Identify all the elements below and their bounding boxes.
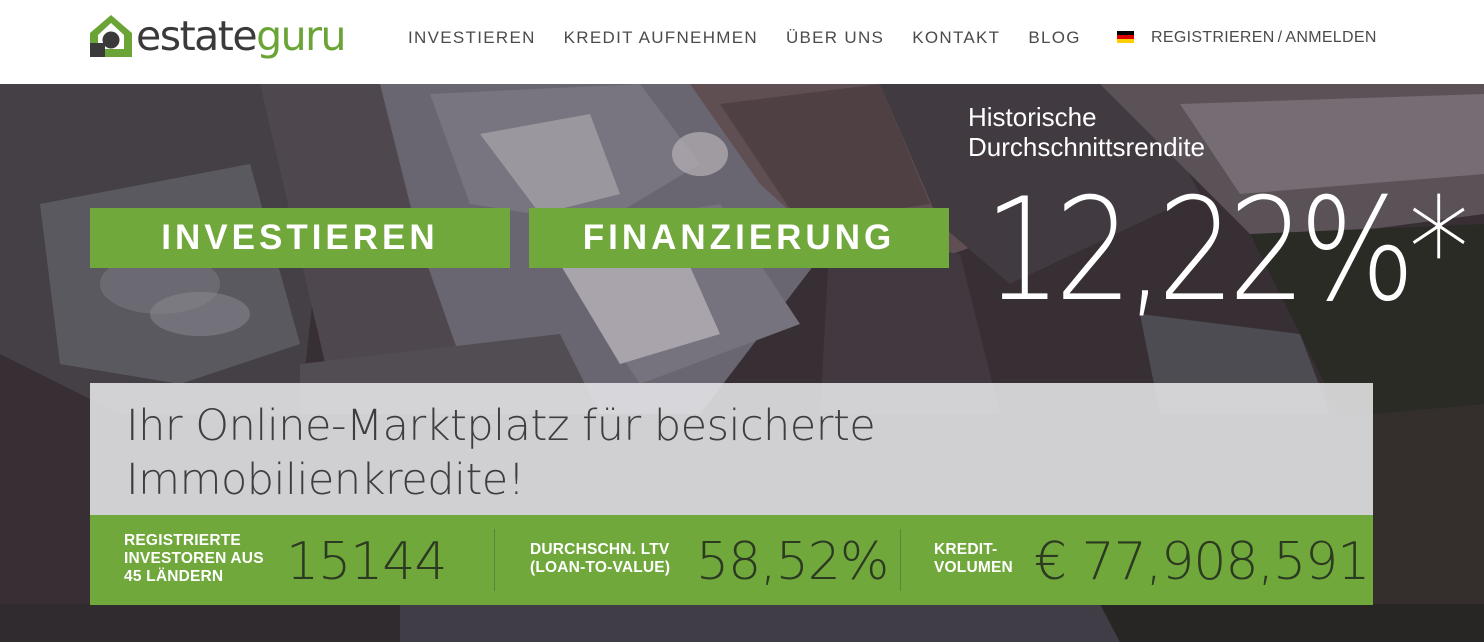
stat-ltv-label: DURCHSCHN. LTV (LOAN-TO-VALUE) [530,541,670,577]
tagline-line2: Immobilienkredite! [126,455,525,505]
stat-divider [900,529,901,591]
auth-separator: / [1277,29,1283,46]
tagline-panel: Ihr Online-Marktplatz für besicherte Imm… [90,383,1373,515]
invest-button[interactable]: INVESTIEREN [90,208,510,268]
financing-button[interactable]: FINANZIERUNG [529,208,949,268]
stat-investors-label-line1: REGISTRIERTE [124,532,241,549]
nav-item-kontakt[interactable]: KONTAKT [912,28,1000,48]
tagline-line1: Ihr Online-Marktplatz für besicherte [126,401,876,451]
stat-volume-label-line2: VOLUMEN [934,559,1013,576]
stat-investors-value: 15144 [286,532,447,592]
nav-item-blog[interactable]: BLOG [1028,28,1080,48]
historic-return-heading: Historische Durchschnittsrendite [968,102,1205,162]
stat-volume-value: € 77,908,591 [1034,532,1370,592]
stat-investors-label: REGISTRIERTE INVESTOREN AUS 45 LÄNDERN [124,532,264,586]
login-link[interactable]: ANMELDEN [1285,28,1376,48]
stat-divider [494,529,495,591]
nav-item-kredit-aufnehmen[interactable]: KREDIT AUFNEHMEN [564,28,758,48]
historic-return-value: 12,22%* [984,168,1469,333]
stat-ltv-label-line2: (LOAN-TO-VALUE) [530,559,671,576]
nav-item-investieren[interactable]: INVESTIEREN [408,28,536,48]
stat-volume-label: KREDIT- VOLUMEN [934,541,1013,577]
nav-item-ueber-uns[interactable]: ÜBER UNS [786,28,884,48]
estateguru-logo[interactable]: estateguru [88,6,346,66]
main-nav: INVESTIEREN KREDIT AUFNEHMEN ÜBER UNS KO… [408,28,1109,48]
historic-return-heading-line2: Durchschnittsrendite [968,132,1205,162]
logo-text-estate: estate [136,11,258,60]
house-logo-icon [90,15,132,57]
historic-return-heading-line1: Historische [968,102,1097,132]
stat-ltv-label-line1: DURCHSCHN. LTV [530,541,670,558]
tagline: Ihr Online-Marktplatz für besicherte Imm… [126,399,876,507]
logo-text-guru: guru [256,11,346,60]
stats-bar: REGISTRIERTE INVESTOREN AUS 45 LÄNDERN 1… [90,515,1373,605]
stat-investors-label-line3: 45 LÄNDERN [124,568,224,585]
stat-volume-label-line1: KREDIT- [934,541,998,558]
logo-wordmark: estateguru [136,15,346,57]
site-header: estateguru INVESTIEREN KREDIT AUFNEHMEN … [0,0,1484,84]
germany-flag-icon[interactable] [1117,31,1134,43]
register-link[interactable]: REGISTRIEREN [1151,28,1275,48]
auth-links: REGISTRIEREN / ANMELDEN [1151,28,1377,48]
stat-investors-label-line2: INVESTOREN AUS [124,550,264,567]
stat-ltv-value: 58,52% [696,532,889,592]
